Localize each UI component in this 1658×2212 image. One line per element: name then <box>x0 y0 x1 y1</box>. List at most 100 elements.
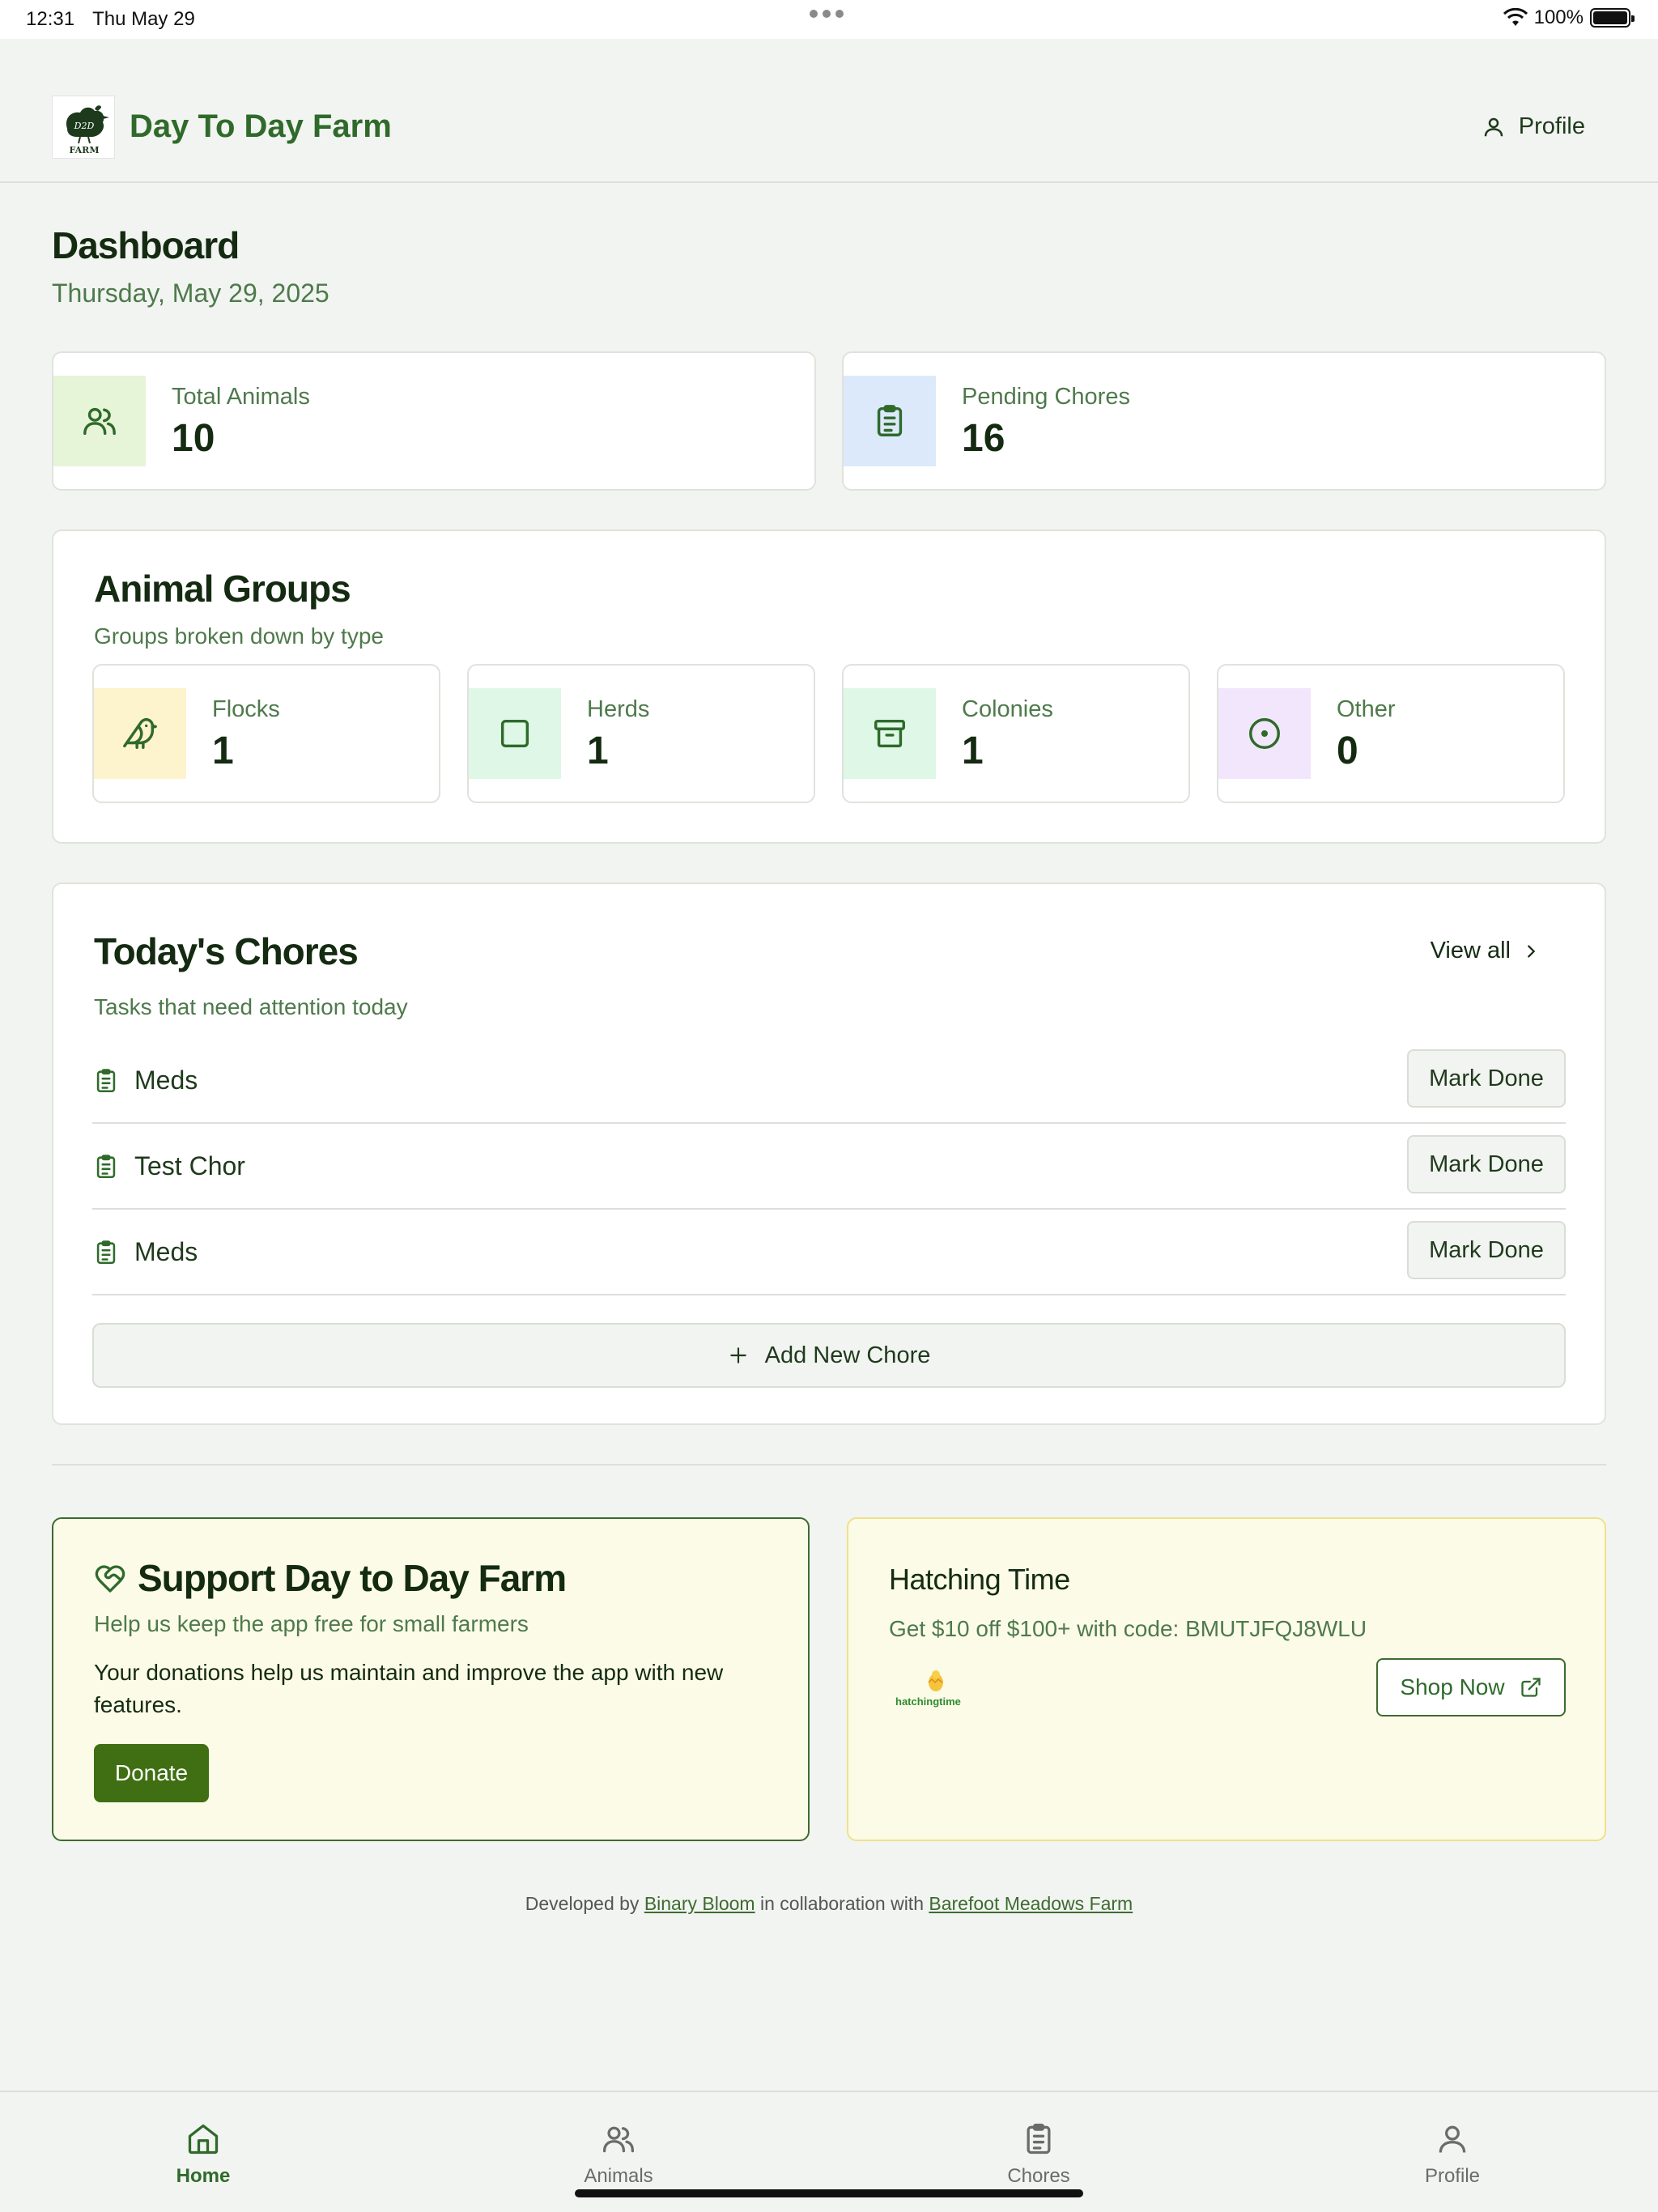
pending-chores-icon-box <box>844 376 936 466</box>
chore-name: Meds <box>134 1066 198 1095</box>
battery-icon <box>1590 8 1635 28</box>
hatching-promo: Get $10 off $100+ with code: BMUTJFQJ8WL… <box>889 1616 1367 1641</box>
bird-icon <box>123 718 157 749</box>
tab-profile[interactable]: Profile <box>1371 2121 1533 2188</box>
group-label: Flocks <box>212 696 280 722</box>
tab-label: Profile <box>1424 2165 1481 2187</box>
todays-chores-card: Today's Chores View all Tasks that need … <box>52 883 1606 1425</box>
hen-logo-icon: D2D FARM <box>66 105 109 155</box>
tab-home[interactable]: Home <box>122 2121 284 2188</box>
chores-subtitle: Tasks that need attention today <box>94 994 408 1019</box>
stat-label: Total Animals <box>172 384 310 410</box>
tab-label: Chores <box>1007 2165 1070 2187</box>
mark-done-button[interactable]: Mark Done <box>1407 1135 1566 1193</box>
shop-now-label: Shop Now <box>1400 1674 1505 1699</box>
svg-text:D2D: D2D <box>74 121 95 131</box>
stat-value: 10 <box>172 417 215 460</box>
plus-icon <box>729 1347 746 1363</box>
barefoot-meadows-link[interactable]: Barefoot Meadows Farm <box>929 1893 1133 1914</box>
group-label: Colonies <box>962 696 1053 722</box>
square-icon <box>500 719 529 748</box>
heart-handshake-icon <box>95 1565 125 1593</box>
mark-done-button[interactable]: Mark Done <box>1407 1221 1566 1279</box>
binary-bloom-link[interactable]: Binary Bloom <box>644 1893 755 1914</box>
group-label: Other <box>1337 696 1396 722</box>
user-icon <box>1439 2125 1466 2153</box>
other-icon-box <box>1218 688 1311 779</box>
herds-icon-box <box>469 688 561 779</box>
clipboard-icon <box>96 1069 116 1093</box>
chores-title: Today's Chores <box>94 930 359 972</box>
hatching-time-card: Hatching Time Get $10 off $100+ with cod… <box>847 1517 1606 1841</box>
developer-credit: Developed by Binary Bloom in collaborati… <box>0 1893 1658 1915</box>
support-title: Support Day to Day Farm <box>138 1557 567 1599</box>
users-icon <box>83 407 116 436</box>
animal-groups-subtitle: Groups broken down by type <box>94 623 384 649</box>
support-text: Your donations help us maintain and impr… <box>94 1660 724 1717</box>
status-right: 100% <box>1503 6 1635 29</box>
home-icon <box>188 2124 219 2155</box>
app-title[interactable]: Day To Day Farm <box>130 108 392 145</box>
stat-label: Pending Chores <box>962 384 1130 410</box>
support-subtitle: Help us keep the app free for small farm… <box>94 1611 529 1636</box>
view-all-label: View all <box>1430 938 1511 963</box>
tab-animals[interactable]: Animals <box>538 2121 699 2188</box>
page-title: Dashboard <box>52 224 240 266</box>
users-icon <box>602 2126 635 2153</box>
multitasking-dots-icon[interactable] <box>810 10 844 18</box>
group-label: Herds <box>587 696 650 722</box>
group-value: 0 <box>1337 730 1358 772</box>
status-bar: 12:31 Thu May 29 100% <box>0 0 1658 39</box>
credit-middle: in collaboration with <box>759 1893 924 1914</box>
clipboard-icon <box>877 405 903 436</box>
flocks-icon-box <box>94 688 186 779</box>
chore-row: Test Chor Mark Done <box>92 1124 1566 1210</box>
tab-chores[interactable]: Chores <box>958 2121 1120 2188</box>
animal-groups-title: Animal Groups <box>94 568 351 610</box>
chevron-right-icon <box>1528 944 1536 958</box>
group-value: 1 <box>212 730 234 772</box>
dashboard-date: Thursday, May 29, 2025 <box>52 279 329 308</box>
shop-now-button[interactable]: Shop Now <box>1376 1658 1566 1716</box>
clipboard-icon <box>96 1155 116 1179</box>
add-new-chore-button[interactable]: Add New Chore <box>92 1323 1566 1388</box>
clipboard-icon <box>1027 2123 1051 2155</box>
group-value: 1 <box>587 730 609 772</box>
status-date: Thu May 29 <box>92 8 195 30</box>
section-divider <box>52 1464 1606 1465</box>
farm-logo: D2D FARM <box>52 96 115 159</box>
group-card-herds[interactable]: Herds 1 <box>467 664 815 803</box>
circle-dot-icon <box>1249 718 1280 749</box>
chore-row: Meds Mark Done <box>92 1210 1566 1295</box>
animal-groups-card: Animal Groups Groups broken down by type… <box>52 530 1606 844</box>
archive-icon <box>874 719 905 748</box>
external-link-icon <box>1520 1678 1541 1697</box>
wifi-icon <box>1503 8 1528 26</box>
svg-text:FARM: FARM <box>69 145 99 155</box>
home-indicator[interactable] <box>575 2189 1083 2197</box>
chore-name: Test Chor <box>134 1151 245 1180</box>
mark-done-button[interactable]: Mark Done <box>1407 1049 1566 1108</box>
group-value: 1 <box>962 730 984 772</box>
donate-button[interactable]: Donate <box>94 1744 209 1802</box>
support-card: Support Day to Day Farm Help us keep the… <box>52 1517 810 1841</box>
group-card-flocks[interactable]: Flocks 1 <box>92 664 440 803</box>
svg-text:hatchingtime: hatchingtime <box>895 1695 961 1708</box>
group-card-colonies[interactable]: Colonies 1 <box>842 664 1190 803</box>
group-card-other[interactable]: Other 0 <box>1217 664 1565 803</box>
hatching-title: Hatching Time <box>889 1563 1070 1596</box>
hatchingtime-logo[interactable]: hatchingtime <box>894 1665 991 1713</box>
user-icon <box>1484 117 1503 136</box>
total-animals-icon-box <box>53 376 146 466</box>
header-profile-button[interactable]: Profile <box>1482 113 1585 140</box>
total-animals-card[interactable]: Total Animals 10 <box>52 351 816 491</box>
battery-percent: 100% <box>1533 6 1584 28</box>
header-profile-label: Profile <box>1518 113 1585 139</box>
view-all-link[interactable]: View all <box>1431 938 1540 964</box>
status-time: 12:31 <box>26 8 75 30</box>
tab-label: Home <box>176 2165 231 2187</box>
credit-prefix: Developed by <box>525 1893 640 1914</box>
colonies-icon-box <box>844 688 936 779</box>
pending-chores-card[interactable]: Pending Chores 16 <box>842 351 1606 491</box>
chore-name: Meds <box>134 1237 198 1266</box>
